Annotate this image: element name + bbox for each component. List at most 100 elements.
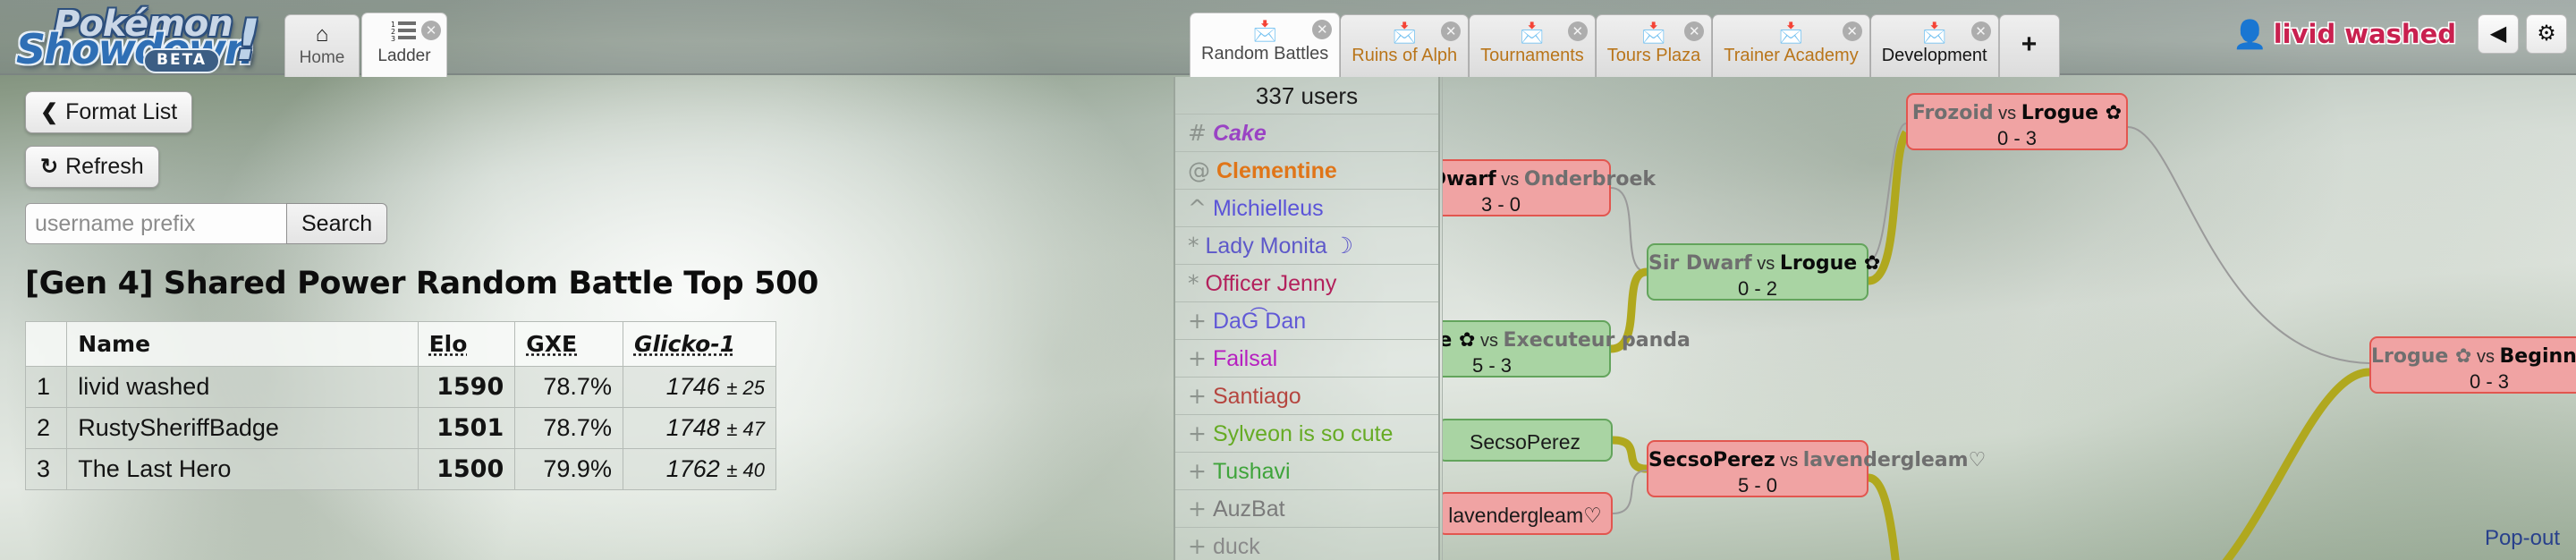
format-list-button[interactable]: ❮ Format List	[25, 91, 193, 133]
col-header-elo[interactable]: Elo	[417, 321, 516, 367]
nav-tab-ladder[interactable]: 1 2 3 Ladder ✕	[361, 13, 447, 77]
bracket-player-2: Executeur panda	[1503, 329, 1690, 352]
user-name[interactable]: Santiago	[1213, 384, 1301, 409]
link-line-highlight	[1612, 436, 1648, 473]
list-item[interactable]: + Santiago	[1175, 378, 1438, 415]
sound-button[interactable]: ◀	[2478, 14, 2519, 54]
settings-button[interactable]: ⚙	[2526, 14, 2567, 54]
user-name[interactable]: DaG͡ Dan	[1213, 309, 1306, 334]
col-header-rank	[24, 321, 68, 367]
user-name[interactable]: Failsal	[1213, 346, 1277, 371]
bracket-match-node[interactable]: SecsoPerez vs lavendergleam♡ 5 - 0	[1647, 440, 1986, 497]
chat-bubble-icon: 📩	[1252, 20, 1277, 42]
tournament-bracket-panel[interactable]: Sir Dwarf vs Onderbroek3 - 0 Lrogue ✿ vs …	[1442, 77, 2576, 560]
user-name[interactable]: AuzBat	[1213, 496, 1285, 522]
bracket-player-name: SecsoPerez	[1469, 430, 1580, 454]
bracket-score: 3 - 0	[1480, 193, 1521, 216]
nav-tab-home[interactable]: ⌂ Home	[284, 14, 360, 77]
close-icon[interactable]: ✕	[421, 21, 441, 40]
user-name[interactable]: Officer Jenny	[1206, 271, 1337, 296]
bracket-player-2: Lrogue ✿	[2021, 102, 2123, 124]
bracket-match-node[interactable]: Frozoid vs Lrogue ✿ 0 - 3	[1906, 93, 2128, 150]
user-name[interactable]: Michielleus	[1213, 196, 1324, 221]
chat-tab-ruins-of-alph[interactable]: 📩 Ruins of Alph ✕	[1340, 14, 1470, 77]
cell-name[interactable]: RustySheriffBadge	[66, 407, 419, 449]
user-name[interactable]: duck	[1213, 534, 1260, 559]
table-row[interactable]: 1 livid washed 1590 78.7% 1746 ± 25	[24, 366, 777, 408]
bracket-match-node[interactable]: Lrogue ✿ vs Beginner1Trainer0 - 3	[2369, 336, 2576, 394]
list-item[interactable]: + DaG͡ Dan	[1175, 302, 1438, 340]
popout-link[interactable]: Pop-out	[2485, 526, 2560, 551]
bracket-score: 0 - 3	[1996, 127, 2038, 149]
chat-tab-tours-plaza[interactable]: 📩 Tours Plaza ✕	[1595, 14, 1713, 77]
username-label[interactable]: livid washed	[2274, 19, 2456, 49]
chat-tab-development[interactable]: 📩 Development ✕	[1869, 14, 1999, 77]
user-rank-symbol: *	[1188, 233, 1199, 259]
list-item[interactable]: + AuzBat	[1175, 490, 1438, 528]
bracket-vs-label: vs	[2471, 347, 2500, 367]
close-icon[interactable]: ✕	[1684, 21, 1705, 41]
format-list-label: Format List	[65, 99, 178, 124]
link-line	[1610, 187, 1648, 273]
search-input[interactable]	[25, 203, 286, 244]
bracket-match-node[interactable]: lavendergleam♡	[1443, 492, 1613, 535]
chat-tab-tours-plaza-label: Tours Plaza	[1606, 46, 1701, 65]
close-icon[interactable]: ✕	[1970, 21, 1991, 41]
ladder-list-icon-svg: 1 2 3	[391, 21, 416, 43]
bracket-match-node[interactable]: Sir Dwarf vs Lrogue ✿ 0 - 2	[1647, 243, 1880, 301]
list-item[interactable]: # Cake	[1175, 115, 1438, 152]
cell-elo: 1500	[417, 448, 516, 490]
cell-name[interactable]: livid washed	[66, 366, 419, 408]
bracket-match-node[interactable]: SecsoPerez	[1443, 419, 1613, 462]
chat-tab-trainer-academy[interactable]: 📩 Trainer Academy ✕	[1712, 14, 1870, 77]
table-row[interactable]: 3 The Last Hero 1500 79.9% 1762 ± 40	[24, 448, 777, 490]
list-item[interactable]: @ Clementine	[1175, 152, 1438, 190]
user-rank-symbol: ^	[1188, 195, 1207, 221]
bracket-player-1: Lrogue ✿	[1443, 329, 1476, 352]
bracket-player-1: SecsoPerez	[1648, 449, 1775, 471]
list-item[interactable]: + duck	[1175, 528, 1438, 560]
add-tab-button[interactable]: +	[1998, 14, 2060, 77]
search-button[interactable]: Search	[286, 203, 388, 244]
user-name[interactable]: Clementine	[1216, 158, 1337, 183]
bracket-vs-label: vs	[1496, 170, 1524, 190]
bracket-player-1: Sir Dwarf	[1443, 168, 1496, 191]
list-item[interactable]: + Failsal	[1175, 340, 1438, 378]
list-item[interactable]: + Tushavi	[1175, 453, 1438, 490]
bracket-score: 5 - 3	[1471, 354, 1513, 377]
pokemon-showdown-logo[interactable]: Pokémon Showdown ! BETA	[7, 2, 275, 73]
refresh-icon: ↻	[40, 155, 59, 179]
close-icon[interactable]: ✕	[1441, 21, 1462, 41]
ladder-table: Name Elo GXE Glicko-1 1 livid washed 159…	[24, 321, 777, 490]
gear-icon: ⚙	[2537, 21, 2556, 46]
chat-tab-random-battles[interactable]: 📩 Random Battles ✕	[1190, 13, 1341, 77]
chat-tab-tournaments[interactable]: 📩 Tournaments ✕	[1469, 14, 1596, 77]
cell-name[interactable]: The Last Hero	[66, 448, 419, 490]
bracket-vs-label: vs	[1993, 104, 2021, 123]
close-icon[interactable]: ✕	[1567, 21, 1588, 41]
cell-elo: 1590	[417, 366, 516, 408]
bracket-match-node[interactable]: Lrogue ✿ vs Executeur panda5 - 3	[1443, 320, 1690, 378]
col-header-glicko[interactable]: Glicko-1	[622, 321, 777, 367]
user-name[interactable]: Lady Monita ☽	[1206, 233, 1354, 259]
user-name[interactable]: Sylveon is so cute	[1213, 421, 1394, 446]
list-item[interactable]: * Lady Monita ☽	[1175, 227, 1438, 265]
user-bar: 👤 livid washed ◀ ⚙	[2233, 14, 2567, 54]
bracket-player-2: Lrogue ✿	[1779, 252, 1881, 275]
refresh-button[interactable]: ↻ Refresh	[25, 146, 159, 188]
close-icon[interactable]: ✕	[1312, 20, 1333, 39]
user-name[interactable]: Cake	[1213, 121, 1267, 146]
userlist-panel[interactable]: 337 users # Cake @ Clementine ^ Michielleus * L…	[1174, 77, 1440, 560]
col-header-name: Name	[66, 321, 419, 367]
list-item[interactable]: + Sylveon is so cute	[1175, 415, 1438, 453]
user-rank-symbol: @	[1188, 157, 1210, 183]
table-row[interactable]: 2 RustySheriffBadge 1501 78.7% 1748 ± 47	[24, 407, 777, 449]
col-header-gxe[interactable]: GXE	[514, 321, 623, 367]
user-name[interactable]: Tushavi	[1213, 459, 1291, 484]
bracket-match-node[interactable]: Sir Dwarf vs Onderbroek3 - 0	[1443, 159, 1656, 216]
list-item[interactable]: ^ Michielleus	[1175, 190, 1438, 227]
link-line	[2127, 126, 2370, 364]
close-icon[interactable]: ✕	[1842, 21, 1862, 41]
chat-tab-ruins-of-alph-label: Ruins of Alph	[1352, 46, 1458, 65]
list-item[interactable]: * Officer Jenny	[1175, 265, 1438, 302]
